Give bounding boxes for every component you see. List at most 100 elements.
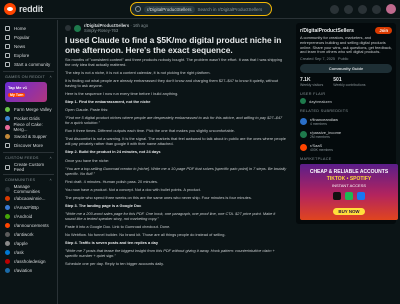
community-item[interactable]: Manage Communities <box>3 184 54 194</box>
community-item[interactable]: r/ask <box>3 248 54 256</box>
related-subreddit[interactable]: r/financeandlaw 4 members <box>300 117 392 126</box>
nav-home[interactable]: Home <box>3 24 54 32</box>
reddit-logo[interactable]: reddit <box>4 3 43 15</box>
chevron-up-icon: ˄ <box>49 75 52 79</box>
community-label: r/abcaowinnie... <box>14 195 46 201</box>
nav-popular[interactable]: Popular <box>3 33 54 41</box>
related-avatar <box>300 118 307 126</box>
post-paragraph: You now have a product. Not a concept. N… <box>65 186 201 192</box>
community-item[interactable]: r/antiwork <box>3 230 54 238</box>
custom-feeds-header[interactable]: CUSTOM FEEDS ˄ <box>5 156 54 160</box>
community-item[interactable]: r/announcements <box>3 221 54 229</box>
discover-icon <box>5 142 10 148</box>
buy-now-button[interactable]: BUY NOW <box>333 208 365 216</box>
game-item[interactable]: Piece of Cake: Merg... <box>3 122 54 132</box>
post-paragraph: Once you have the niche: <box>65 157 110 163</box>
community-icon <box>5 231 10 237</box>
ad-line3: INSTANT ACCESS <box>331 183 367 189</box>
community-icon <box>5 213 10 219</box>
right-sidebar: r/DigitalProductSellers Join A community … <box>292 20 400 304</box>
community-item[interactable]: r/aviation <box>3 266 54 274</box>
ad-banner[interactable]: CHEAP & RELIABLE ACCOUNTS TIKTOK • SPOTI… <box>300 164 398 221</box>
game-card-title: Tap Me v1 <box>8 85 28 90</box>
community-item[interactable]: r/abcaowinnie... <box>3 194 54 202</box>
logo-text: reddit <box>19 4 43 14</box>
post-paragraph: "Write me a 200-word sales page for this… <box>65 211 276 221</box>
community-icon <box>5 186 10 192</box>
search-subreddit-chip[interactable]: r/DigitalProductSellers <box>144 5 195 13</box>
game-item[interactable]: Pocket Grids <box>3 114 54 122</box>
post-paragraph: "Write me 7 posts that tease the biggest… <box>65 248 275 259</box>
community-label: r/apple <box>14 240 28 246</box>
facebook-icon <box>357 192 365 201</box>
user-flair-header: USER FLAIR <box>300 92 326 97</box>
nav-explore[interactable]: Explore <box>3 51 54 59</box>
nav-label: Explore <box>14 52 30 58</box>
post-paragraph: The people who spend three weeks on this… <box>65 194 252 200</box>
subreddit-avatar[interactable] <box>74 24 81 32</box>
community-label: r/assholedesign <box>14 258 46 264</box>
community-label: r/antiwork <box>14 231 34 237</box>
back-arrow-icon[interactable] <box>65 25 71 31</box>
user-flair[interactable]: daybreakzen <box>300 98 392 105</box>
post-author[interactable]: Simply-Rosey-763 <box>84 28 148 33</box>
related-subreddit[interactable]: r/passive_income 2M members <box>300 130 392 139</box>
reddit-logo-icon <box>4 3 16 15</box>
post-paragraph: Run it three times. Different outputs ea… <box>65 128 235 134</box>
top-bar: reddit r/DigitalProductSellers Search in… <box>0 0 400 19</box>
post-paragraph: That discomfort is not a warning. It is … <box>65 136 286 147</box>
games-section-header[interactable]: GAMES ON REDDIT ˄ <box>5 75 54 79</box>
community-item[interactable]: r/AmazFitBp <box>3 203 54 211</box>
community-title[interactable]: r/DigitalProductSellers <box>300 28 354 34</box>
section-label: COMMUNITIES <box>5 178 36 182</box>
search-input[interactable]: r/DigitalProductSellers Search in r/Digi… <box>130 2 272 16</box>
post-step-heading: Step 1. Find the embarrassment, not the … <box>65 99 151 105</box>
post-step-heading: Step 4. Traffic is seven posts and ten r… <box>65 240 158 246</box>
left-sidebar: Home Popular News Explore Start a commun… <box>0 20 58 304</box>
community-item[interactable]: r/apple <box>3 239 54 247</box>
community-icon <box>5 240 10 246</box>
related-avatar <box>300 144 307 152</box>
user-avatar[interactable] <box>386 4 396 14</box>
community-description: A community for creators, marketers, and… <box>300 35 392 55</box>
created-date: Created Sep 7, 2025 <box>300 57 336 62</box>
chevron-up-icon: ˄ <box>49 156 52 160</box>
post-meta: r/DigitalProductSellers · 16h ago Simply… <box>65 23 287 33</box>
popular-icon <box>5 34 10 40</box>
game-item[interactable]: Discover More <box>3 141 54 149</box>
community-icon <box>5 204 10 210</box>
nav-news[interactable]: News <box>3 42 54 50</box>
related-list: r/financeandlaw 4 members r/passive_income… <box>300 117 392 152</box>
divider <box>3 71 54 72</box>
related-members: 2M members <box>310 135 330 140</box>
notifications-icon[interactable] <box>372 4 381 14</box>
section-label: GAMES ON REDDIT <box>5 75 46 79</box>
nav-start-community[interactable]: Start a community <box>3 60 54 68</box>
nav-label: Create Custom Feed <box>13 162 45 172</box>
featured-game-card[interactable]: Tap Me v1 My Turn <box>5 82 47 102</box>
nav-label: Home <box>14 25 27 31</box>
community-item[interactable]: r/Android <box>3 212 54 220</box>
stat-label: Weekly visitors <box>300 83 324 88</box>
search-icon <box>135 6 141 12</box>
related-subreddit[interactable]: r/SaaS 400K members <box>300 143 392 152</box>
community-guide-button[interactable]: Community Guide <box>300 64 392 74</box>
post-paragraph: The step is not a niche, it is not a con… <box>65 70 211 75</box>
community-card: r/DigitalProductSellers Join A community … <box>296 23 398 225</box>
game-item[interactable]: Farm Merge Valley <box>3 105 54 113</box>
game-label: Discover More <box>14 142 44 148</box>
communities-header[interactable]: COMMUNITIES ˄ <box>5 178 54 182</box>
chat-icon[interactable] <box>344 4 353 14</box>
community-item[interactable]: r/assholedesign <box>3 257 54 265</box>
game-label: Pocket Grids <box>14 115 40 121</box>
game-icon <box>5 115 10 121</box>
game-item[interactable]: Sword & Supper <box>3 132 54 140</box>
divider <box>3 152 54 153</box>
create-post-icon[interactable] <box>358 4 367 14</box>
post-paragraph: It is finding out what people are alread… <box>65 78 279 88</box>
ads-icon[interactable] <box>330 4 339 14</box>
community-icon <box>5 267 10 273</box>
visibility: Public <box>338 57 349 62</box>
join-button[interactable]: Join <box>375 27 392 34</box>
create-custom-feed[interactable]: Create Custom Feed <box>3 162 54 172</box>
